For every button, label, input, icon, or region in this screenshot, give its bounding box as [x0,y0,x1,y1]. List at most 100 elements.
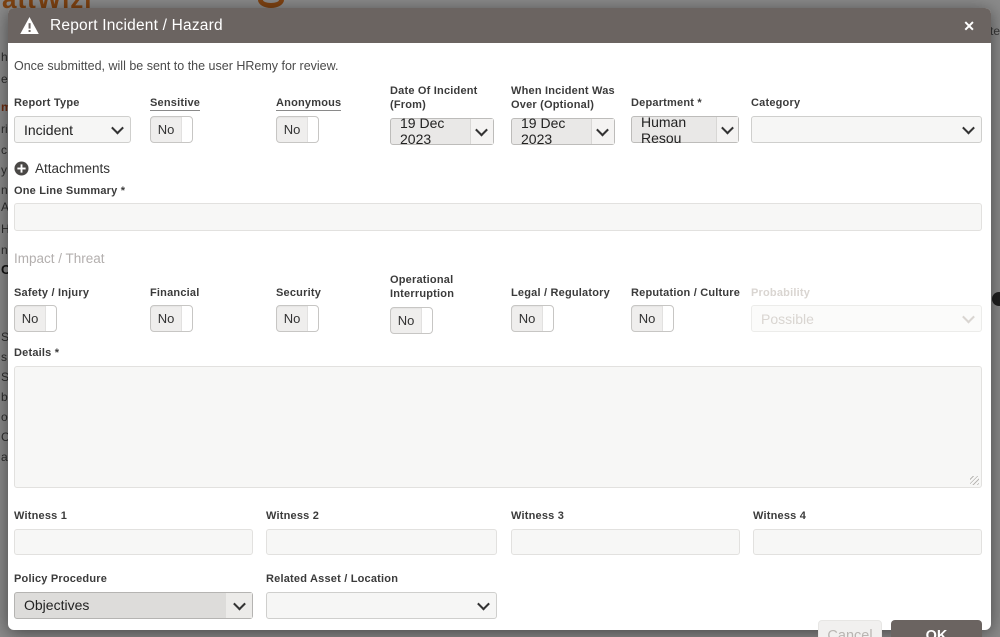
close-icon[interactable]: ✕ [959,17,979,35]
financial-value: No [157,311,175,327]
date-of-incident-label: Date Of Incident (From) [390,85,478,111]
safety-injury-value: No [21,311,39,327]
field-department: Department * Human Resou [631,85,751,146]
legal-regulatory-label: Legal / Regulatory [511,286,610,299]
witness-2-input[interactable] [266,528,497,555]
toggle-handle [662,306,673,332]
chevron-down-icon [590,118,614,144]
operational-interruption-value: No [397,312,415,328]
field-date-of-incident: Date Of Incident (From) 19 Dec 2023 [390,85,511,147]
operational-interruption-toggle[interactable]: No [390,306,433,334]
chevron-down-icon [104,117,130,142]
field-witness-1: Witness 1 [14,506,266,555]
chevron-down-icon [955,117,981,142]
category-select[interactable] [751,116,982,143]
field-security: Security No [276,274,390,334]
probability-label: Probability [751,286,811,299]
field-reputation-culture: Reputation / Culture No [631,274,751,334]
sensitive-value: No [157,122,175,137]
details-textarea[interactable] [14,365,982,488]
field-sensitive: Sensitive No [150,85,276,145]
legal-regulatory-toggle[interactable]: No [511,305,554,333]
incident-over-select[interactable]: 19 Dec 2023 [511,115,615,147]
attachments-button[interactable]: Attachments [14,161,110,176]
anonymous-label: Anonymous [276,97,342,112]
one-line-summary-label: One Line Summary * [14,184,126,197]
ok-button[interactable]: OK [891,619,982,637]
toggle-handle [45,306,56,332]
chevron-down-icon [469,118,493,144]
reputation-culture-value: No [638,311,656,327]
security-value: No [283,311,301,327]
department-label: Department * [631,97,702,110]
incident-over-value: 19 Dec 2023 [521,115,566,147]
field-legal-regulatory: Legal / Regulatory No [511,274,631,334]
witness-4-input[interactable] [753,528,982,555]
date-of-incident-value: 19 Dec 2023 [400,115,445,147]
policy-procedure-label: Policy Procedure [14,572,108,585]
report-incident-modal: Report Incident / Hazard ✕ Once submitte… [8,8,991,637]
row-report-meta: Report Type Incident Sensitive No Anonym… [14,85,982,147]
field-related-asset: Related Asset / Location [266,569,982,619]
probability-select: Possible [751,305,982,333]
field-witness-3: Witness 3 [511,506,753,555]
field-policy-procedure: Policy Procedure Objectives [14,569,266,619]
resize-grip-icon[interactable] [970,475,979,485]
witness-1-label: Witness 1 [14,509,68,522]
reputation-culture-label: Reputation / Culture [631,286,741,299]
field-anonymous: Anonymous No [276,85,390,145]
field-category: Category [751,85,982,145]
category-label: Category [751,97,801,110]
legal-regulatory-value: No [518,311,536,327]
reputation-culture-toggle[interactable]: No [631,305,674,333]
witness-1-input[interactable] [14,528,253,555]
modal-footer: Cancel OK [8,619,991,637]
field-incident-over: When Incident Was Over (Optional) 19 Dec… [511,85,631,147]
sensitive-label: Sensitive [150,97,201,112]
field-witness-4: Witness 4 [753,506,982,555]
witness-4-label: Witness 4 [753,509,807,522]
anonymous-toggle[interactable]: No [276,116,319,143]
toggle-handle [181,117,192,142]
warning-triangle-icon [20,17,39,34]
one-line-summary-input[interactable] [14,203,982,232]
field-witness-2: Witness 2 [266,506,511,555]
chevron-down-icon [716,117,738,142]
report-type-label: Report Type [14,97,80,110]
incident-over-label: When Incident Was Over (Optional) [511,85,615,111]
attachments-label: Attachments [35,160,111,176]
department-value: Human Resou [641,113,687,146]
plus-circle-icon [14,160,29,176]
cancel-button[interactable]: Cancel [818,619,882,637]
witness-2-label: Witness 2 [266,509,320,522]
chevron-down-icon [226,592,252,618]
department-select[interactable]: Human Resou [631,113,739,146]
security-label: Security [276,286,322,299]
related-asset-label: Related Asset / Location [266,572,399,585]
witness-3-input[interactable] [511,528,740,555]
related-asset-select[interactable] [266,591,497,619]
field-safety-injury: Safety / Injury No [14,274,150,334]
toggle-handle [307,306,318,332]
anonymous-value: No [283,122,301,137]
modal-body: Once submitted, will be sent to the user… [8,43,991,619]
probability-value: Possible [761,310,814,327]
report-type-value: Incident [24,121,74,138]
policy-procedure-select[interactable]: Objectives [14,591,253,619]
field-operational-interruption: Operational Interruption No [390,274,511,334]
toggle-handle [421,307,432,333]
toggle-handle [181,306,192,332]
field-report-type: Report Type Incident [14,85,150,145]
security-toggle[interactable]: No [276,305,319,333]
date-of-incident-select[interactable]: 19 Dec 2023 [390,115,494,147]
details-label: Details * [14,346,60,359]
financial-toggle[interactable]: No [150,305,193,333]
sensitive-toggle[interactable]: No [150,116,193,143]
modal-header: Report Incident / Hazard ✕ [8,8,991,43]
chevron-down-icon [955,306,981,331]
financial-label: Financial [150,286,200,299]
toggle-handle [307,117,318,142]
safety-injury-toggle[interactable]: No [14,305,57,333]
report-type-select[interactable]: Incident [14,116,131,143]
safety-injury-label: Safety / Injury [14,286,90,299]
